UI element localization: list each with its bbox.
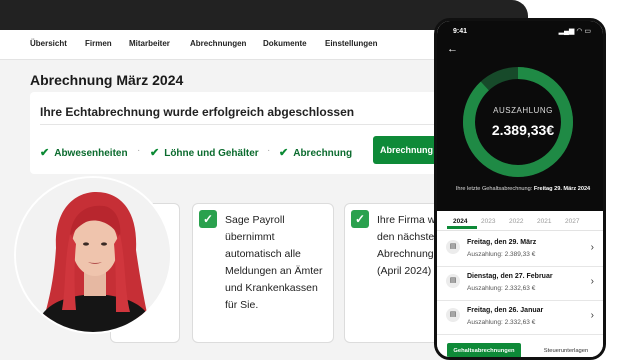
nav-item-mitarbeiter[interactable]: Mitarbeiter bbox=[129, 39, 170, 48]
card-divider bbox=[40, 124, 500, 125]
chevron-right-icon: › bbox=[590, 276, 594, 287]
chevron-right-icon: › bbox=[590, 310, 594, 321]
payout-label: AUSZAHLUNG bbox=[493, 106, 553, 115]
check-icon: ✓ bbox=[199, 210, 217, 228]
nav-item-abrechnungen[interactable]: Abrechnungen bbox=[190, 39, 246, 48]
check-icon: ✓ bbox=[351, 210, 369, 228]
status-time: 9:41 bbox=[453, 28, 468, 35]
document-icon: ▤ bbox=[446, 274, 460, 288]
document-icon: ▤ bbox=[446, 308, 460, 322]
payout-amount: 2.389,33€ bbox=[491, 122, 555, 138]
payout-header: 9:41 ▂▄▆ ◠ ▭ ← AUSZAHLUNG 2.389,33€ Ihre… bbox=[437, 21, 603, 211]
info-line: Meldungen an Ämter bbox=[225, 265, 323, 277]
info-line: und Krankenkassen bbox=[225, 282, 318, 294]
back-arrow-icon[interactable]: ← bbox=[447, 43, 458, 55]
page-title: Abrechnung März 2024 bbox=[30, 72, 184, 88]
info-line: (April 2024) g bbox=[377, 265, 441, 277]
check-icon: ✔ bbox=[40, 147, 50, 159]
active-year-indicator bbox=[447, 226, 477, 229]
payment-date: Freitag, den 29. März bbox=[467, 239, 537, 246]
info-card-sage-payroll: ✓ Sage Payroll übernimmt automatisch all… bbox=[192, 203, 334, 343]
person-photo-icon bbox=[16, 178, 170, 332]
year-tabs-divider bbox=[437, 230, 603, 231]
tab-gehaltsabrechnungen[interactable]: Gehaltsabrechnungen bbox=[447, 343, 521, 357]
document-icon: ▤ bbox=[446, 240, 460, 254]
check-loehne: ✔ Löhne und Gehälter bbox=[150, 147, 259, 159]
payment-amount: Auszahlung: 2.332,63 € bbox=[467, 319, 536, 326]
payment-date: Dienstag, den 27. Februar bbox=[467, 273, 553, 280]
phone-mockup: 9:41 ▂▄▆ ◠ ▭ ← AUSZAHLUNG 2.389,33€ Ihre… bbox=[434, 18, 606, 360]
tab-steuerunterlagen[interactable]: Steuerunterlagen bbox=[529, 343, 603, 357]
payment-row[interactable]: ▤ Freitag, den 26. Januar Auszahlung: 2.… bbox=[437, 301, 603, 335]
separator-dot: · bbox=[267, 145, 271, 156]
tab-year-2027[interactable]: 2027 bbox=[565, 218, 579, 225]
tab-year-2024[interactable]: 2024 bbox=[453, 218, 467, 225]
info-line: automatisch alle bbox=[225, 248, 301, 260]
info-line: Sage Payroll bbox=[225, 214, 285, 226]
status-headline: Ihre Echtabrechnung wurde erfolgreich ab… bbox=[40, 105, 355, 119]
last-calculation: Ihre letzte Gehaltsabrechnung: Freitag 2… bbox=[455, 186, 591, 192]
payment-row[interactable]: ▤ Freitag, den 29. März Auszahlung: 2.38… bbox=[437, 233, 603, 267]
check-icon: ✔ bbox=[279, 147, 289, 159]
bottom-tab-bar: Gehaltsabrechnungen Steuerunterlagen bbox=[437, 339, 603, 357]
check-abrechnung: ✔ Abrechnung bbox=[279, 147, 353, 159]
info-line: Ihre Firma wu bbox=[377, 214, 442, 226]
nav-item-uebersicht[interactable]: Übersicht bbox=[30, 39, 67, 48]
info-line: Abrechnungs bbox=[377, 248, 439, 260]
status-icons: ▂▄▆ ◠ ▭ bbox=[558, 28, 591, 35]
info-line: übernimmt bbox=[225, 231, 275, 243]
tab-year-2021[interactable]: 2021 bbox=[537, 218, 551, 225]
check-icon: ✔ bbox=[150, 147, 160, 159]
avatar bbox=[14, 176, 172, 334]
tab-year-2022[interactable]: 2022 bbox=[509, 218, 523, 225]
payment-amount: Auszahlung: 2.332,63 € bbox=[467, 285, 536, 292]
status-card: Ihre Echtabrechnung wurde erfolgreich ab… bbox=[30, 92, 515, 174]
chevron-right-icon: › bbox=[590, 242, 594, 253]
nav-item-dokumente[interactable]: Dokumente bbox=[263, 39, 307, 48]
info-line: für Sie. bbox=[225, 299, 259, 311]
payment-row[interactable]: ▤ Dienstag, den 27. Februar Auszahlung: … bbox=[437, 267, 603, 301]
payment-amount: Auszahlung: 2.389,33 € bbox=[467, 251, 536, 258]
payment-date: Freitag, den 26. Januar bbox=[467, 307, 544, 314]
separator-dot: · bbox=[137, 145, 141, 156]
nav-item-einstellungen[interactable]: Einstellungen bbox=[325, 39, 377, 48]
tab-year-2023[interactable]: 2023 bbox=[481, 218, 495, 225]
check-abwesenheiten: ✔ Abwesenheiten bbox=[40, 147, 128, 159]
info-line: den nächsten bbox=[377, 231, 441, 243]
nav-item-firmen[interactable]: Firmen bbox=[85, 39, 112, 48]
